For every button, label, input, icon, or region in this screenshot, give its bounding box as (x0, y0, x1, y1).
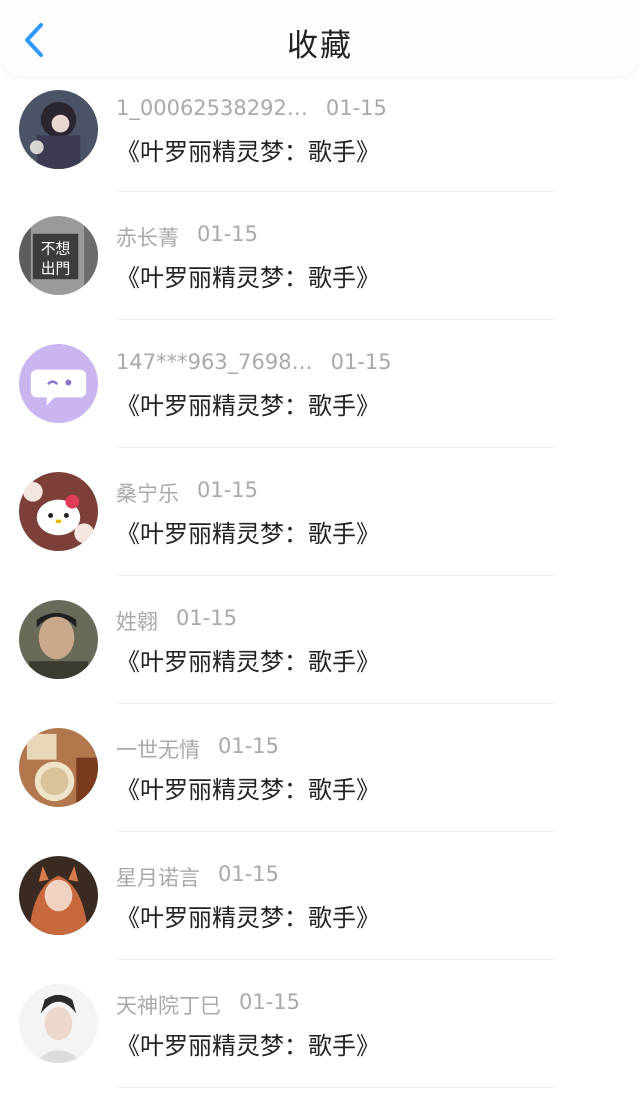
item-title: 《叶罗丽精灵梦：歌手》 (116, 520, 380, 548)
timestamp: 01-15 (325, 96, 387, 120)
avatar[interactable] (19, 856, 98, 935)
list-item[interactable]: 桑宁乐 01-15 《叶罗丽精灵梦：歌手》 (0, 448, 640, 576)
timestamp: 01-15 (239, 990, 301, 1014)
svg-text:不想: 不想 (41, 241, 71, 258)
user-name[interactable]: 1_00062538292… (116, 96, 308, 120)
favorites-list: 1_00062538292… 01-15 《叶罗丽精灵梦：歌手》 不想 出門 赤长… (0, 76, 640, 1088)
user-name[interactable]: 桑宁乐 (116, 478, 179, 508)
item-title: 《叶罗丽精灵梦：歌手》 (116, 904, 380, 932)
user-name[interactable]: 赤长菁 (116, 222, 179, 252)
avatar[interactable] (19, 344, 98, 423)
timestamp: 01-15 (218, 862, 280, 886)
divider (116, 1087, 556, 1088)
list-item[interactable]: 天神院丁巳 01-15 《叶罗丽精灵梦：歌手》 (0, 960, 640, 1088)
item-meta: 赤长菁 01-15 (116, 222, 258, 250)
user-name[interactable]: 一世无情 (116, 734, 200, 764)
timestamp: 01-15 (197, 222, 259, 246)
avatar[interactable] (19, 984, 98, 1063)
user-name[interactable]: 姓翱 (116, 606, 158, 636)
top-bar: 收藏 (0, 0, 640, 76)
svg-text:出門: 出門 (41, 260, 71, 277)
item-title: 《叶罗丽精灵梦：歌手》 (116, 776, 380, 804)
list-item[interactable]: 姓翱 01-15 《叶罗丽精灵梦：歌手》 (0, 576, 640, 704)
item-meta: 147***963_7698… 01-15 (116, 350, 392, 378)
list-item[interactable]: 星月诺言 01-15 《叶罗丽精灵梦：歌手》 (0, 832, 640, 960)
user-name[interactable]: 天神院丁巳 (116, 990, 221, 1020)
item-meta: 一世无情 01-15 (116, 734, 279, 762)
avatar[interactable] (19, 600, 98, 679)
item-meta: 天神院丁巳 01-15 (116, 990, 300, 1018)
page-title: 收藏 (287, 28, 353, 64)
user-name[interactable]: 147***963_7698… (116, 350, 313, 374)
item-meta: 星月诺言 01-15 (116, 862, 279, 890)
item-title: 《叶罗丽精灵梦：歌手》 (116, 648, 380, 676)
item-title: 《叶罗丽精灵梦：歌手》 (116, 138, 380, 166)
item-title: 《叶罗丽精灵梦：歌手》 (116, 392, 380, 420)
list-item[interactable]: 147***963_7698… 01-15 《叶罗丽精灵梦：歌手》 (0, 320, 640, 448)
list-item[interactable]: 不想 出門 赤长菁 01-15 《叶罗丽精灵梦：歌手》 (0, 192, 640, 320)
item-meta: 1_00062538292… 01-15 (116, 96, 387, 124)
timestamp: 01-15 (176, 606, 238, 630)
list-item[interactable]: 一世无情 01-15 《叶罗丽精灵梦：歌手》 (0, 704, 640, 832)
item-meta: 姓翱 01-15 (116, 606, 237, 634)
avatar[interactable] (19, 472, 98, 551)
item-meta: 桑宁乐 01-15 (116, 478, 258, 506)
list-item[interactable]: 1_00062538292… 01-15 《叶罗丽精灵梦：歌手》 (0, 76, 640, 192)
timestamp: 01-15 (330, 350, 392, 374)
avatar[interactable] (19, 728, 98, 807)
user-name[interactable]: 星月诺言 (116, 862, 200, 892)
avatar[interactable]: 不想 出門 (19, 216, 98, 295)
timestamp: 01-15 (218, 734, 280, 758)
item-title: 《叶罗丽精灵梦：歌手》 (116, 264, 380, 292)
avatar[interactable] (19, 90, 98, 169)
item-title: 《叶罗丽精灵梦：歌手》 (116, 1032, 380, 1060)
timestamp: 01-15 (197, 478, 259, 502)
